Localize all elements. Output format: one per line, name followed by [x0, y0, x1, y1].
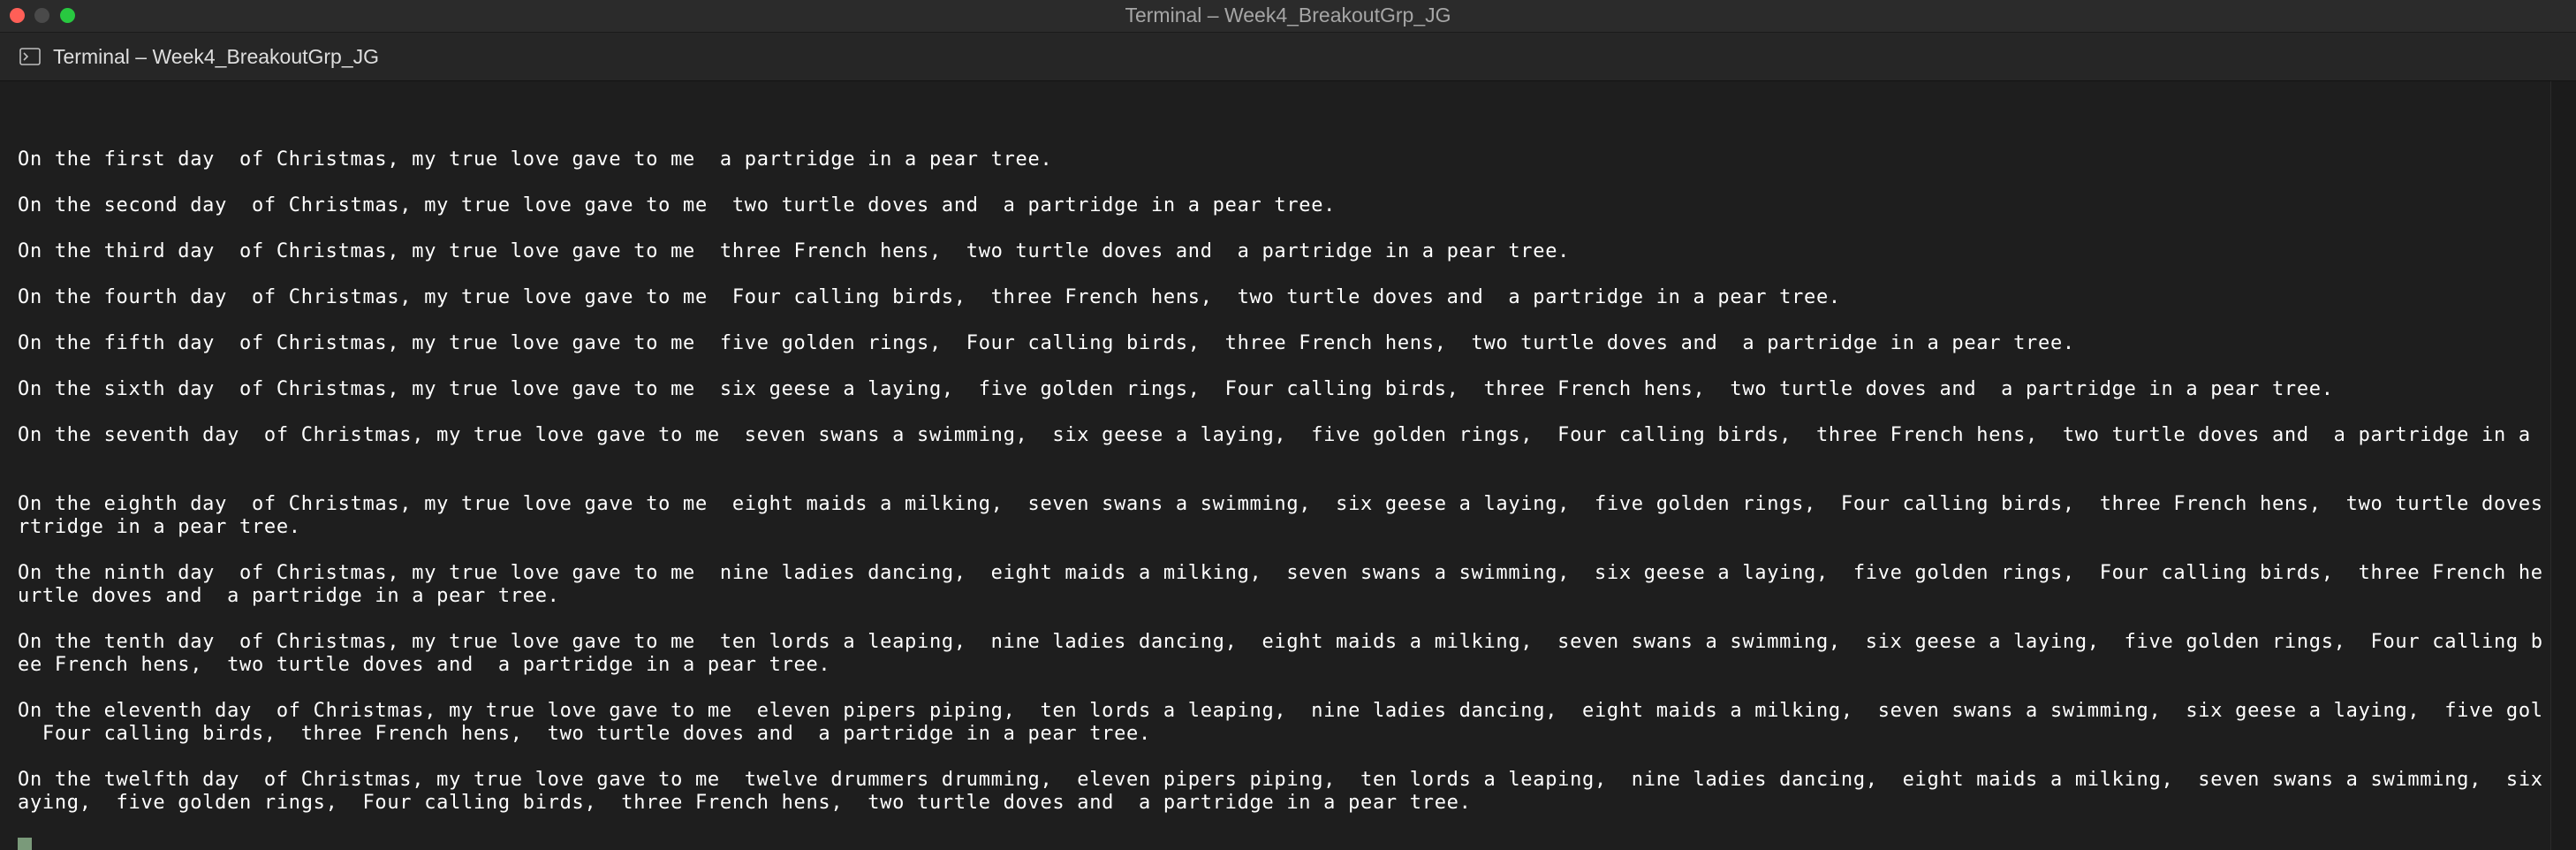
terminal-line: On the second day of Christmas, my true …	[18, 194, 1337, 216]
terminal-line: Four calling birds, three French hens, t…	[18, 723, 1151, 745]
terminal-output[interactable]: On the first day of Christmas, my true l…	[0, 81, 2544, 850]
terminal-line: ee French hens, two turtle doves and a p…	[18, 654, 831, 676]
terminal-line: On the seventh day of Christmas, my true…	[18, 424, 2544, 446]
prompt-line[interactable]	[18, 838, 2544, 850]
title-bar[interactable]: Terminal – Week4_BreakoutGrp_JG	[0, 0, 2576, 33]
terminal-line: urtle doves and a partridge in a pear tr…	[18, 585, 560, 607]
tab-bar: Terminal – Week4_BreakoutGrp_JG	[0, 33, 2576, 81]
terminal-line: On the ninth day of Christmas, my true l…	[18, 562, 2544, 584]
terminal-line: On the first day of Christmas, my true l…	[18, 148, 1053, 171]
terminal-line: On the fifth day of Christmas, my true l…	[18, 332, 2075, 354]
terminal-line: On the eighth day of Christmas, my true …	[18, 493, 2544, 515]
window-title: Terminal – Week4_BreakoutGrp_JG	[1125, 4, 1451, 27]
text-cursor	[18, 838, 32, 850]
terminal-line: On the tenth day of Christmas, my true l…	[18, 631, 2544, 653]
terminal-icon	[19, 48, 41, 65]
tab-title[interactable]: Terminal – Week4_BreakoutGrp_JG	[53, 33, 379, 80]
terminal-line: On the sixth day of Christmas, my true l…	[18, 378, 2334, 400]
terminal-line: aying, five golden rings, Four calling b…	[18, 792, 1472, 814]
terminal-line: On the eleventh day of Christmas, my tru…	[18, 700, 2544, 722]
terminal-line: rtridge in a pear tree.	[18, 516, 301, 538]
terminal-line: On the twelfth day of Christmas, my true…	[18, 769, 2544, 791]
terminal-window: Terminal – Week4_BreakoutGrp_JG Terminal…	[0, 0, 2576, 850]
terminal-line: On the third day of Christmas, my true l…	[18, 240, 1571, 262]
terminal-line: On the fourth day of Christmas, my true …	[18, 286, 1841, 308]
scrollbar[interactable]	[2550, 81, 2576, 850]
